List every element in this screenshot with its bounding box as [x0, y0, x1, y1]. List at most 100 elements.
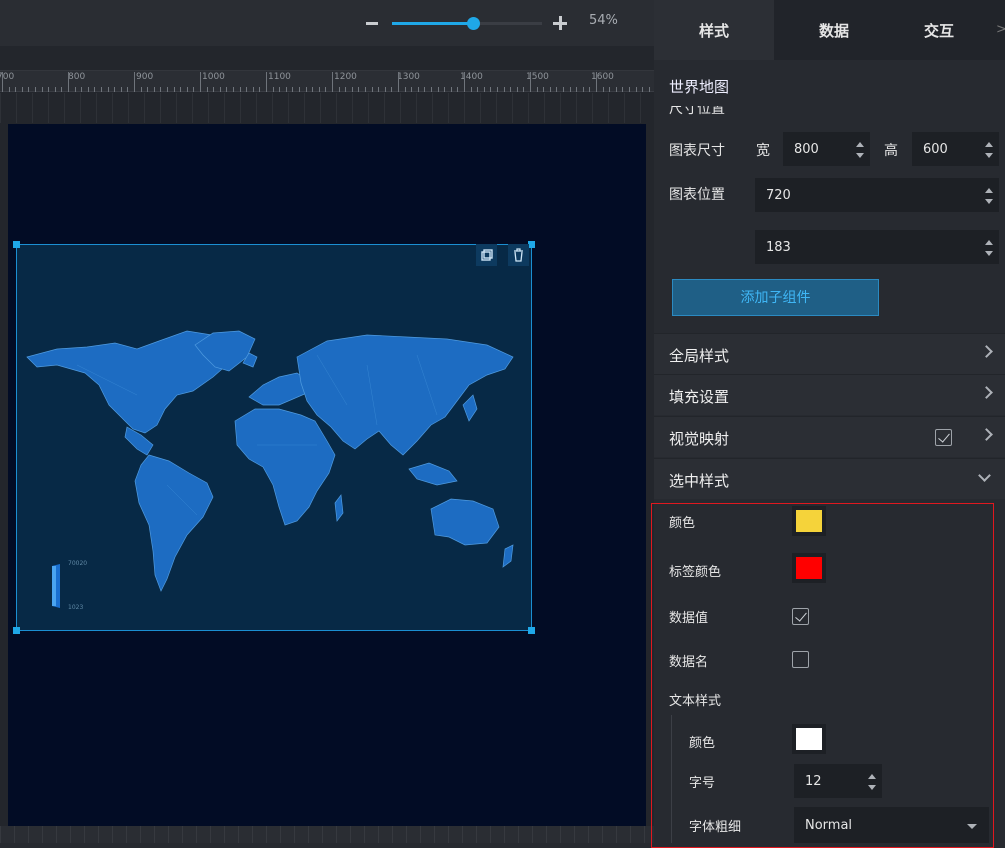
ruler-tick	[490, 87, 492, 92]
world-map-chart[interactable]	[16, 244, 532, 631]
ruler-tick	[206, 87, 208, 92]
ruler-tick	[457, 87, 459, 92]
ruler-tick	[576, 87, 578, 92]
ruler-label: 1000	[202, 72, 225, 82]
zoom-out-icon[interactable]	[366, 22, 378, 25]
label-color-swatch[interactable]	[792, 553, 826, 583]
ruler-label: 1100	[268, 72, 291, 82]
tab-style[interactable]: 样式	[654, 0, 774, 60]
ruler-label: 900	[136, 72, 154, 82]
position-x-input[interactable]: 720	[755, 178, 999, 212]
ruler-tick	[516, 87, 518, 92]
ruler-tick	[147, 87, 149, 92]
ruler-tick	[543, 87, 545, 92]
ruler-tick	[292, 87, 294, 92]
ruler-tick	[21, 87, 23, 92]
height-input[interactable]: 600	[912, 132, 999, 166]
section-fill-settings[interactable]: 填充设置	[654, 374, 1005, 415]
zoom-slider[interactable]	[392, 17, 542, 30]
ruler-tick	[589, 87, 591, 92]
chevron-right-icon	[980, 428, 993, 441]
resize-handle-top-left[interactable]	[13, 241, 20, 248]
ruler-tick	[120, 87, 122, 92]
height-stepper-icon[interactable]	[984, 142, 994, 158]
data-name-checkbox[interactable]	[792, 651, 809, 668]
ruler-tick	[259, 87, 261, 92]
ruler-tick	[371, 87, 373, 92]
ruler-tick	[536, 87, 538, 92]
text-style-label: 文本样式	[669, 694, 722, 709]
position-y-stepper-icon[interactable]	[984, 240, 994, 256]
tab-scroll-right-icon[interactable]: >	[996, 22, 1005, 37]
data-name-label: 数据名	[669, 655, 709, 670]
position-x-stepper-icon[interactable]	[984, 188, 994, 204]
section-label: 填充设置	[669, 388, 730, 406]
resize-handle-bottom-right[interactable]	[528, 627, 535, 634]
visual-mapping-checkbox[interactable]	[935, 429, 952, 446]
resize-handle-bottom-left[interactable]	[13, 627, 20, 634]
font-weight-value: Normal	[805, 818, 853, 833]
ruler-tick	[107, 87, 109, 92]
resize-handle-top-right[interactable]	[528, 241, 535, 248]
font-size-input[interactable]: 12	[794, 764, 882, 798]
ruler-tick	[180, 87, 182, 92]
ruler-tick	[28, 87, 30, 92]
position-y-value: 183	[766, 240, 791, 255]
ruler-tick	[556, 87, 558, 92]
ruler-tick	[252, 87, 254, 92]
color-swatch[interactable]	[792, 506, 826, 536]
data-value-checkbox[interactable]	[792, 608, 809, 625]
position-x-value: 720	[766, 188, 791, 203]
font-size-label: 字号	[689, 776, 716, 791]
ruler-tick	[61, 87, 63, 92]
ruler-tick	[48, 87, 50, 92]
ruler-label: 1200	[334, 72, 357, 82]
ruler-tick	[200, 72, 201, 92]
text-color-swatch-fill	[796, 728, 822, 750]
text-color-swatch[interactable]	[792, 724, 826, 754]
ruler-tick	[312, 87, 314, 92]
label-color-label: 标签颜色	[669, 565, 722, 580]
font-size-stepper-icon[interactable]	[867, 774, 877, 790]
ruler-tick	[391, 87, 393, 92]
width-stepper-icon[interactable]	[855, 142, 865, 158]
width-input[interactable]: 800	[783, 132, 870, 166]
ruler-tick	[68, 72, 69, 92]
ruler-tick	[530, 72, 531, 92]
ruler-label: 1300	[397, 72, 420, 82]
height-label: 高	[884, 143, 898, 159]
section-global-style[interactable]: 全局样式	[654, 333, 1005, 374]
ruler-tick	[470, 87, 472, 92]
ruler-tick	[464, 72, 465, 92]
section-selected-style[interactable]: 选中样式	[654, 458, 1005, 499]
ruler-tick	[213, 87, 215, 92]
ruler-tick	[193, 87, 195, 92]
ruler-tick	[35, 87, 36, 92]
font-weight-select[interactable]: Normal	[794, 807, 989, 843]
ruler-tick	[398, 72, 399, 92]
ruler-tick	[266, 72, 267, 92]
ruler-tick	[523, 87, 525, 92]
ruler-tick	[417, 87, 419, 92]
zoom-percent: 54%	[589, 13, 618, 28]
add-child-component-button[interactable]: 添加子组件	[672, 279, 879, 316]
zoom-slider-knob[interactable]	[467, 17, 480, 30]
position-y-input[interactable]: 183	[755, 230, 999, 264]
tab-interaction[interactable]: 交互	[904, 0, 974, 60]
chevron-right-icon	[980, 345, 993, 358]
zoom-in-icon[interactable]	[553, 16, 567, 30]
height-value: 600	[923, 142, 948, 157]
ruler-tick	[246, 87, 248, 92]
zoom-slider-fill	[392, 22, 473, 25]
ruler-tick	[153, 87, 155, 92]
copy-icon[interactable]	[476, 244, 497, 266]
ruler-tick	[622, 87, 624, 92]
ruler-tick	[219, 87, 221, 92]
trash-icon[interactable]	[508, 244, 529, 266]
chart-size-label: 图表尺寸	[669, 143, 725, 159]
tab-data[interactable]: 数据	[784, 0, 884, 60]
bottom-scroll-strip[interactable]	[0, 826, 654, 843]
font-weight-label: 字体粗细	[689, 820, 742, 835]
ruler-tick	[239, 87, 241, 92]
section-visual-mapping[interactable]: 视觉映射	[654, 416, 1005, 457]
